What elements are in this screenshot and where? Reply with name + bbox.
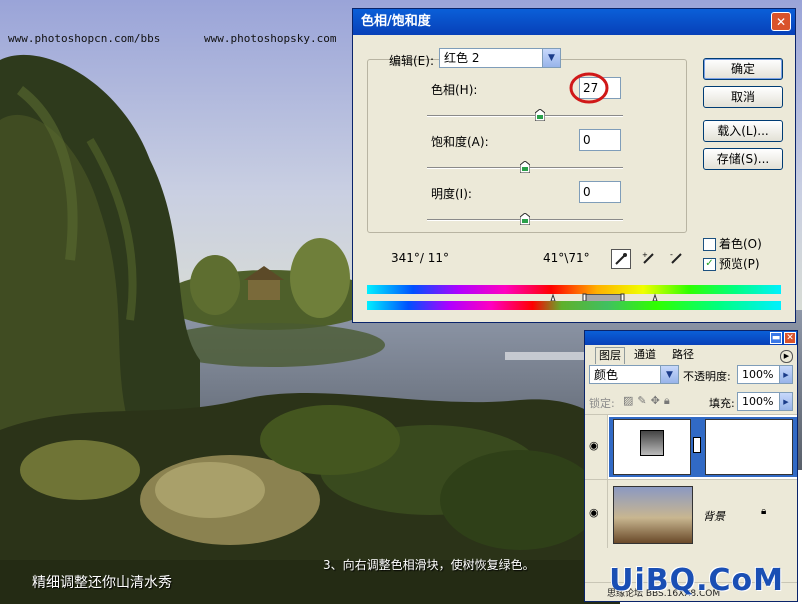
lock-icons[interactable]: ▨✎✥🔒︎ (623, 394, 674, 408)
preview-checkbox[interactable]: ✓ 预览(P) (703, 255, 760, 272)
lock-transparency-icon[interactable]: ▨ (623, 394, 637, 407)
visibility-toggle[interactable]: ◉ (585, 415, 608, 479)
hue-slider-track[interactable] (427, 115, 623, 117)
svg-text:+: + (642, 251, 648, 259)
link-icon[interactable] (693, 437, 701, 453)
cancel-button[interactable]: 取消 (703, 86, 783, 108)
close-button[interactable]: ✕ (771, 12, 791, 31)
tab-layers[interactable]: 图层 (595, 347, 625, 364)
range-handles[interactable] (549, 293, 659, 301)
blend-mode-select[interactable]: 颜色 ▼ (589, 365, 679, 384)
hue-saturation-icon (640, 430, 664, 456)
watermark-right: www.photoshopsky.com (204, 32, 337, 45)
layer-mask-thumbnail[interactable] (705, 419, 793, 475)
hue-slider-thumb[interactable] (534, 109, 545, 121)
dialog-title: 色相/饱和度 (361, 14, 431, 29)
preview-box[interactable]: ✓ (703, 258, 716, 271)
range-right-readout: 41°\71° (543, 251, 590, 265)
highlight-circle (569, 72, 609, 104)
eye-icon[interactable]: ◉ (589, 439, 599, 452)
hue-saturation-dialog: 色相/饱和度 ✕ 编辑(E): 红色 2 ▼ 色相(H): 27 饱和度(A):… (352, 8, 796, 323)
close-icon[interactable]: ✕ (784, 332, 796, 344)
svg-text:-: - (670, 251, 673, 259)
colorize-checkbox[interactable]: 着色(O) (703, 235, 762, 252)
caption-title: 精细调整还你山清水秀 (32, 575, 172, 591)
caption-step: 3、向右调整色相滑块，使树恢复绿色。 (323, 558, 535, 572)
load-button[interactable]: 载入(L)... (703, 120, 783, 142)
minimize-icon[interactable]: ▬ (770, 332, 782, 344)
layer-row-hue-adjustment[interactable]: ◉ (585, 414, 797, 479)
adjustment-group (367, 59, 687, 233)
edit-select[interactable]: 红色 2 ▼ (439, 48, 561, 68)
range-handle-inner-left[interactable] (582, 293, 587, 301)
lightness-slider-thumb[interactable] (520, 213, 530, 225)
adjustment-layer-thumbnail[interactable] (613, 419, 691, 475)
chevron-down-icon: ▼ (542, 49, 560, 67)
eyedropper-plus-icon[interactable]: + (639, 249, 659, 269)
output-color-bar (367, 301, 781, 310)
lock-all-icon[interactable]: 🔒︎ (664, 394, 674, 407)
save-button[interactable]: 存储(S)... (703, 148, 783, 170)
site-logo: UiBQ.CoM (609, 563, 784, 598)
saturation-input[interactable]: 0 (579, 129, 621, 151)
saturation-label: 饱和度(A): (431, 135, 489, 149)
range-left-readout: 341°/ 11° (391, 251, 450, 265)
chevron-right-icon: ▶ (779, 393, 792, 410)
colorize-label: 着色(O) (719, 237, 762, 251)
lock-move-icon[interactable]: ✥ (651, 394, 664, 407)
lock-paint-icon[interactable]: ✎ (637, 394, 650, 407)
eyedropper-minus-icon[interactable]: - (667, 249, 687, 269)
tab-channels[interactable]: 通道 (631, 347, 659, 363)
layer-row-background[interactable]: ◉ 背景 🔒︎ (585, 479, 797, 548)
watermark-left: www.photoshopcn.com/bbs (8, 32, 161, 45)
fill-label: 填充: (709, 397, 735, 410)
range-handle-inner-right[interactable] (620, 293, 625, 301)
hue-label: 色相(H): (431, 83, 478, 97)
edit-label: 编辑(E): (389, 54, 434, 68)
layers-panel: ▬ ✕ 图层 通道 路径 ▶ 颜色 ▼ 不透明度: 100% ▶ 锁定: ▨✎✥… (584, 330, 798, 602)
edit-select-value: 红色 2 (444, 51, 480, 65)
background-layer-name: 背景 (703, 510, 725, 523)
colorize-box[interactable] (703, 238, 716, 251)
blend-mode-value: 颜色 (594, 368, 619, 382)
tab-paths[interactable]: 路径 (669, 347, 697, 363)
lightness-label: 明度(I): (431, 187, 472, 201)
eye-icon[interactable]: ◉ (589, 506, 599, 519)
color-range-selector[interactable] (549, 293, 659, 302)
background-layer-thumbnail[interactable] (613, 486, 693, 544)
lock-label: 锁定: (589, 397, 615, 410)
visibility-toggle[interactable]: ◉ (585, 480, 608, 548)
saturation-slider-thumb[interactable] (520, 161, 530, 173)
preview-label: 预览(P) (719, 257, 760, 271)
fill-input[interactable]: 100% ▶ (737, 392, 793, 411)
dialog-titlebar[interactable]: 色相/饱和度 ✕ (353, 9, 795, 35)
layers-panel-titlebar[interactable]: ▬ ✕ (585, 331, 797, 345)
chevron-right-icon: ▶ (779, 366, 792, 383)
panel-menu-icon[interactable]: ▶ (780, 350, 793, 363)
opacity-label: 不透明度: (683, 370, 731, 383)
lock-icon: 🔒︎ (761, 506, 767, 517)
hue-highlight-ring (569, 72, 609, 104)
chevron-down-icon: ▼ (660, 366, 678, 383)
ok-button[interactable]: 确定 (703, 58, 783, 80)
opacity-value: 100% (742, 368, 774, 381)
fill-value: 100% (742, 395, 774, 408)
lightness-input[interactable]: 0 (579, 181, 621, 203)
opacity-input[interactable]: 100% ▶ (737, 365, 793, 384)
eyedropper-icon[interactable] (611, 249, 631, 269)
